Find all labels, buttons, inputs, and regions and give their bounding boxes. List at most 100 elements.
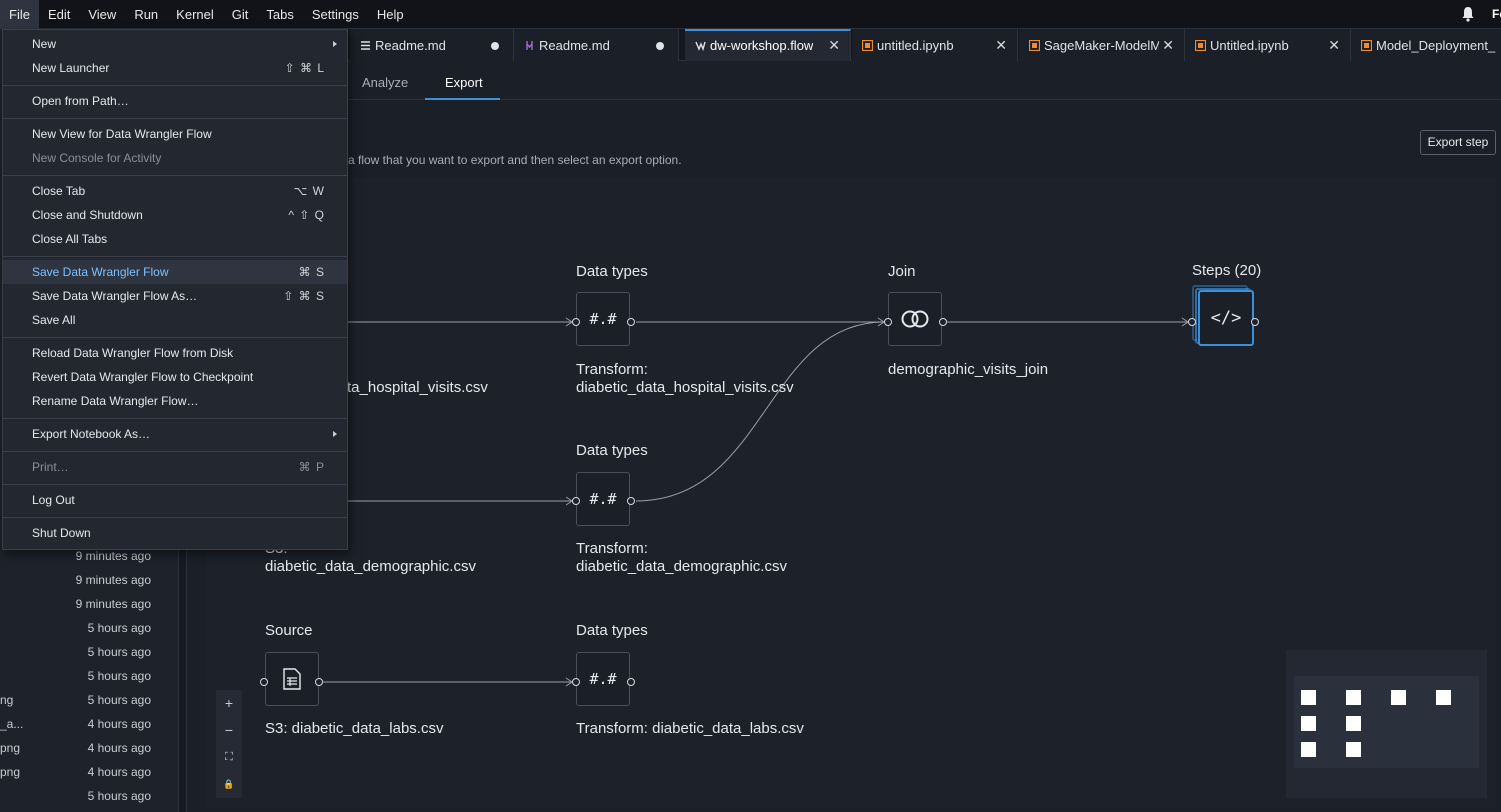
list-item[interactable]: 5 hours ago bbox=[0, 784, 179, 808]
list-item[interactable]: png 4 hours ago bbox=[0, 760, 179, 784]
data-types-node[interactable]: #.# bbox=[576, 652, 630, 706]
menu-item-rename-flow[interactable]: Rename Data Wrangler Flow… bbox=[3, 389, 347, 413]
menu-item-save-flow[interactable]: Save Data Wrangler Flow ⌘ S bbox=[3, 260, 347, 284]
unsaved-dot-icon[interactable] bbox=[491, 42, 499, 50]
menu-settings[interactable]: Settings bbox=[303, 0, 368, 29]
menu-separator bbox=[3, 85, 347, 86]
menu-item-open-from-path[interactable]: Open from Path… bbox=[3, 89, 347, 113]
menu-item-revert-flow[interactable]: Revert Data Wrangler Flow to Checkpoint bbox=[3, 365, 347, 389]
output-port[interactable] bbox=[627, 678, 635, 686]
menu-tabs[interactable]: Tabs bbox=[257, 0, 302, 29]
menu-item-new-console: New Console for Activity bbox=[32, 151, 162, 165]
list-item[interactable]: 5 hours ago bbox=[0, 640, 179, 664]
flow-subtab-bar: Analyze Export bbox=[187, 62, 1501, 100]
menu-item-reload-flow[interactable]: Reload Data Wrangler Flow from Disk bbox=[3, 341, 347, 365]
tab-untitled-ipynb[interactable]: untitled.ipynb ✕ bbox=[852, 29, 1018, 61]
menu-run[interactable]: Run bbox=[125, 0, 167, 29]
file-menu-dropdown: New New Launcher ⇧ ⌘ L Open from Path… Ne… bbox=[2, 29, 348, 550]
fit-view-button[interactable]: ⛶ bbox=[216, 744, 242, 770]
menu-item-new[interactable]: New bbox=[3, 32, 347, 56]
lock-button[interactable]: 🔒 bbox=[216, 771, 242, 797]
zoom-out-button[interactable]: − bbox=[216, 717, 242, 743]
output-port[interactable] bbox=[627, 318, 635, 326]
minimap-node bbox=[1301, 742, 1316, 757]
list-item[interactable]: 5 hours ago bbox=[0, 664, 179, 688]
user-menu[interactable]: Fe bbox=[1492, 7, 1501, 21]
tab-export[interactable]: Export bbox=[445, 75, 483, 90]
input-port[interactable] bbox=[260, 678, 268, 686]
menu-separator bbox=[3, 517, 347, 518]
data-types-node[interactable]: #.# bbox=[576, 292, 630, 346]
list-item[interactable]: 9 minutes ago bbox=[0, 568, 179, 592]
node-label: Transform: diabetic_data_labs.csv bbox=[576, 720, 804, 737]
menu-git[interactable]: Git bbox=[223, 0, 258, 29]
notebook-icon bbox=[1195, 40, 1206, 51]
minimap-node bbox=[1301, 690, 1316, 705]
data-types-node[interactable]: #.# bbox=[576, 472, 630, 526]
node-title: Data types bbox=[576, 442, 648, 459]
export-step-button[interactable]: Export step bbox=[1420, 130, 1496, 155]
node-label: Transform: diabetic_data_demographic.csv bbox=[576, 540, 787, 575]
node-title: Join bbox=[888, 263, 916, 280]
menu-item-close-and-shutdown[interactable]: Close and Shutdown ^ ⇧ Q bbox=[3, 203, 347, 227]
menu-item-new-view[interactable]: New View for Data Wrangler Flow bbox=[3, 122, 347, 146]
close-icon[interactable]: ✕ bbox=[828, 37, 840, 54]
list-item[interactable]: 9 minutes ago bbox=[0, 592, 179, 616]
menu-item-close-tab[interactable]: Close Tab ⌥ W bbox=[3, 179, 347, 203]
source-node[interactable] bbox=[265, 652, 319, 706]
menu-separator bbox=[3, 418, 347, 419]
input-port[interactable] bbox=[1188, 318, 1196, 326]
unsaved-dot-icon[interactable] bbox=[656, 42, 664, 50]
menu-item-save-flow-as[interactable]: Save Data Wrangler Flow As… ⇧ ⌘ S bbox=[3, 284, 347, 308]
menu-file[interactable]: File bbox=[0, 0, 39, 29]
tab-readme-1[interactable]: Readme.md bbox=[350, 29, 514, 61]
list-item[interactable]: _a... 4 hours ago bbox=[0, 712, 179, 736]
markdown-icon bbox=[526, 41, 533, 50]
zoom-in-button[interactable]: + bbox=[216, 690, 242, 716]
list-item[interactable]: png 4 hours ago bbox=[0, 736, 179, 760]
input-port[interactable] bbox=[572, 497, 580, 505]
tab-model-deployment[interactable]: Model_Deployment_ bbox=[1351, 29, 1501, 61]
menu-separator bbox=[3, 451, 347, 452]
menu-edit[interactable]: Edit bbox=[39, 0, 79, 29]
output-port[interactable] bbox=[315, 678, 323, 686]
menu-help[interactable]: Help bbox=[368, 0, 413, 29]
join-node[interactable] bbox=[888, 292, 942, 346]
list-item[interactable]: 5 hours ago bbox=[0, 616, 179, 640]
minimap[interactable] bbox=[1286, 650, 1487, 798]
menu-item-close-all-tabs[interactable]: Close All Tabs bbox=[3, 227, 347, 251]
output-port[interactable] bbox=[939, 318, 947, 326]
close-icon[interactable]: ✕ bbox=[1162, 37, 1174, 54]
menu-kernel[interactable]: Kernel bbox=[167, 0, 223, 29]
menu-item-export-notebook[interactable]: Export Notebook As… bbox=[3, 422, 347, 446]
input-port[interactable] bbox=[572, 678, 580, 686]
close-icon[interactable]: ✕ bbox=[1328, 37, 1340, 54]
input-port[interactable] bbox=[572, 318, 580, 326]
close-icon[interactable]: ✕ bbox=[995, 37, 1007, 54]
input-port[interactable] bbox=[884, 318, 892, 326]
node-label: demographic_visits_join bbox=[888, 361, 1049, 378]
tab-dw-workshop-flow[interactable]: dw-workshop.flow ✕ bbox=[685, 29, 851, 61]
submenu-arrow-icon bbox=[333, 41, 337, 47]
minimap-node bbox=[1346, 690, 1361, 705]
menu-separator bbox=[3, 118, 347, 119]
menu-item-new-launcher[interactable]: New Launcher ⇧ ⌘ L bbox=[3, 56, 347, 80]
menu-item-log-out[interactable]: Log Out bbox=[3, 488, 347, 512]
tab-sagemaker-modelmc[interactable]: SageMaker-ModelMc ✕ bbox=[1019, 29, 1185, 61]
bell-icon[interactable] bbox=[1461, 6, 1475, 22]
notebook-icon bbox=[1361, 40, 1372, 51]
output-port[interactable] bbox=[627, 497, 635, 505]
steps-node[interactable]: </> bbox=[1198, 290, 1254, 346]
tab-untitled-ipynb-2[interactable]: Untitled.ipynb ✕ bbox=[1185, 29, 1351, 61]
menu-separator bbox=[3, 256, 347, 257]
menu-view[interactable]: View bbox=[79, 0, 125, 29]
list-item[interactable]: ng 5 hours ago bbox=[0, 688, 179, 712]
tab-readme-2[interactable]: Readme.md bbox=[514, 29, 679, 61]
tab-analyze[interactable]: Analyze bbox=[362, 75, 408, 90]
join-icon bbox=[901, 310, 929, 328]
menu-item-shut-down[interactable]: Shut Down bbox=[3, 521, 347, 545]
node-title: Source bbox=[265, 622, 313, 639]
node-title: Data types bbox=[576, 622, 648, 639]
menu-item-save-all[interactable]: Save All bbox=[3, 308, 347, 332]
output-port[interactable] bbox=[1251, 318, 1259, 326]
